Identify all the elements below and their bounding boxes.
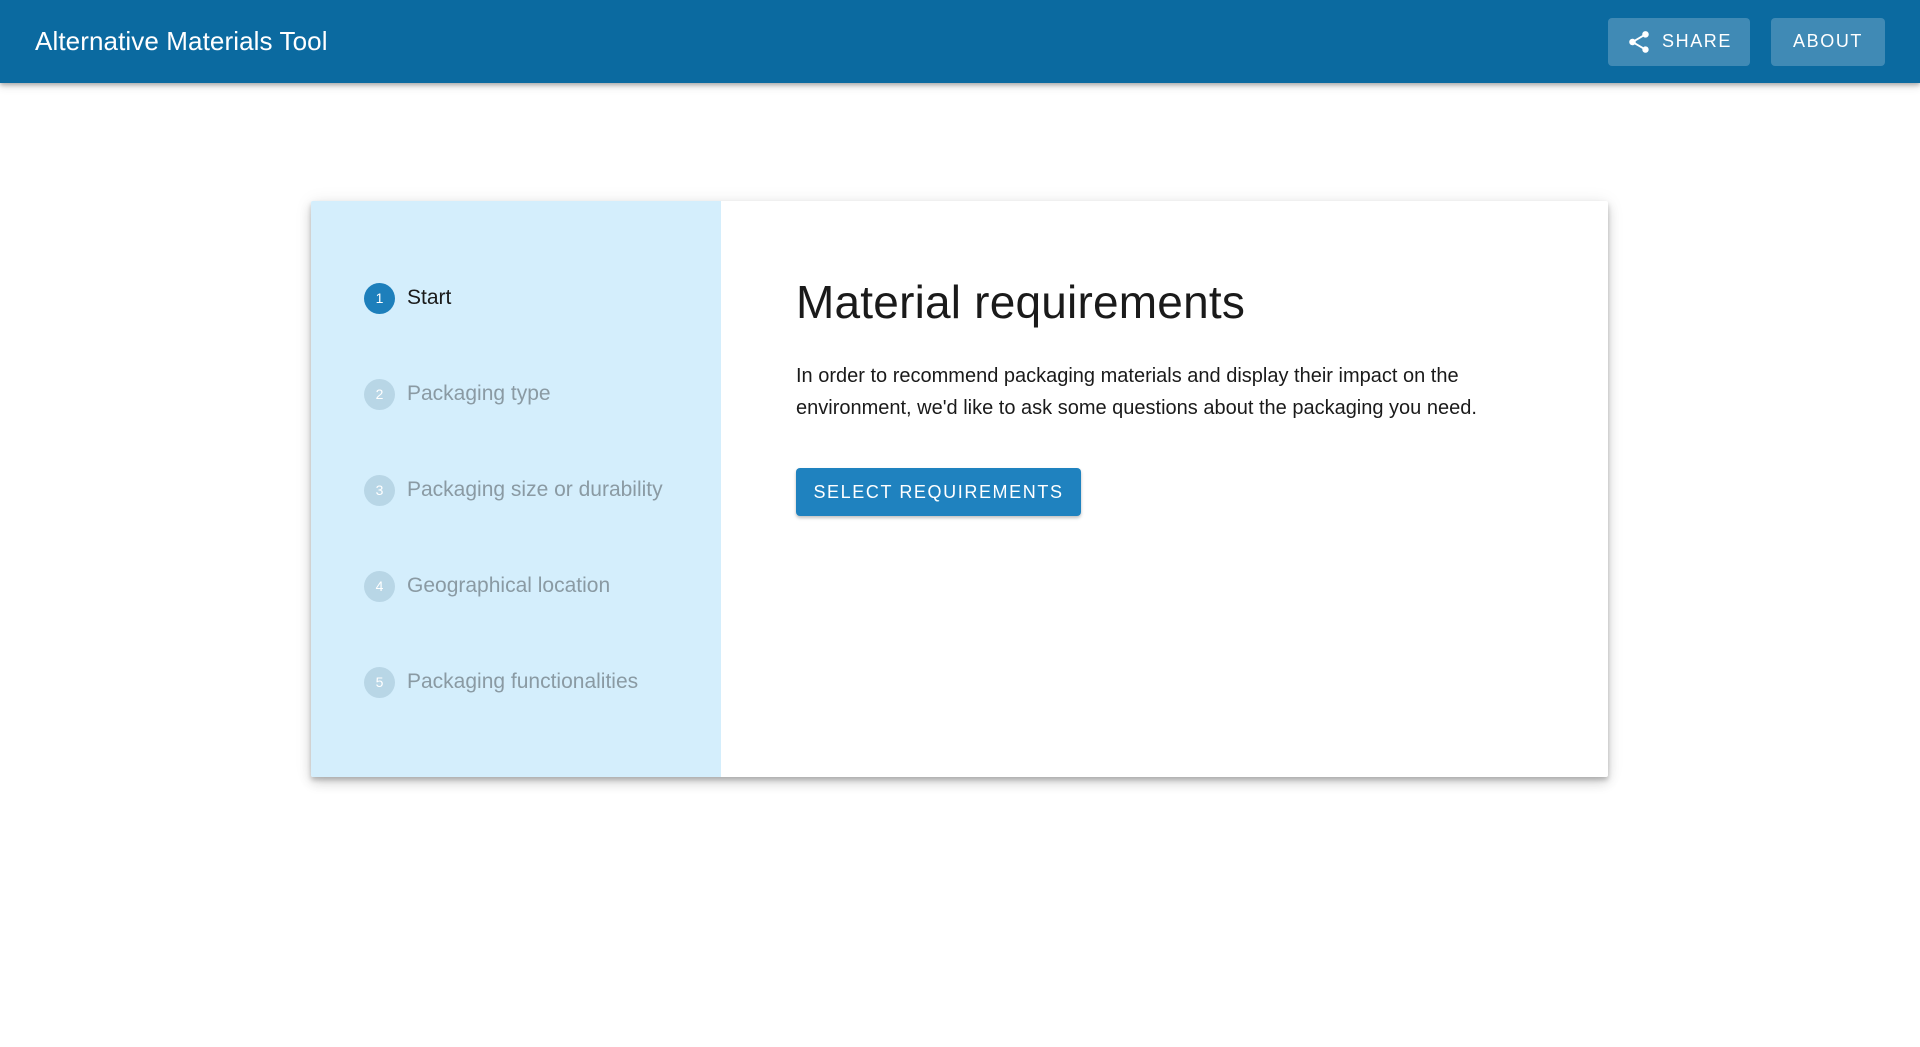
share-icon <box>1626 29 1652 55</box>
about-button[interactable]: ABOUT <box>1771 17 1885 66</box>
step-label: Packaging functionalities <box>407 670 639 693</box>
step-number: 3 <box>364 474 395 506</box>
share-button[interactable]: SHARE <box>1608 17 1750 66</box>
stepper: 1 Start 2 Packaging type 3 Packaging siz… <box>311 201 721 777</box>
intro-text: In order to recommend packaging material… <box>796 365 1477 419</box>
app-title: Alternative Materials Tool <box>35 26 328 56</box>
step-label: Packaging type <box>407 382 551 405</box>
step-number: 4 <box>364 570 395 602</box>
step-number: 1 <box>364 282 395 314</box>
step-content: Material requirements In order to recomm… <box>721 201 1608 777</box>
step-geographical-location[interactable]: 4 Geographical location <box>364 569 721 603</box>
step-packaging-type[interactable]: 2 Packaging type <box>364 377 721 411</box>
step-start[interactable]: 1 Start <box>364 281 721 315</box>
page-title: Material requirements <box>796 276 1246 328</box>
about-button-label: ABOUT <box>1793 31 1864 51</box>
step-label: Packaging size or durability <box>407 478 663 501</box>
step-label: Geographical location <box>407 574 611 597</box>
step-packaging-size[interactable]: 3 Packaging size or durability <box>364 473 721 507</box>
step-number: 2 <box>364 378 395 410</box>
step-packaging-functionalities[interactable]: 5 Packaging functionalities <box>364 665 721 699</box>
share-button-label: SHARE <box>1662 31 1733 51</box>
app-bar-actions: SHARE ABOUT <box>1608 17 1885 66</box>
select-requirements-button[interactable]: SELECT REQUIREMENTS <box>796 468 1081 516</box>
step-number: 5 <box>364 666 395 698</box>
app-bar: Alternative Materials Tool SHARE ABOUT <box>0 0 1920 83</box>
step-label: Start <box>407 286 452 309</box>
requirements-card: 1 Start 2 Packaging type 3 Packaging siz… <box>311 201 1608 777</box>
